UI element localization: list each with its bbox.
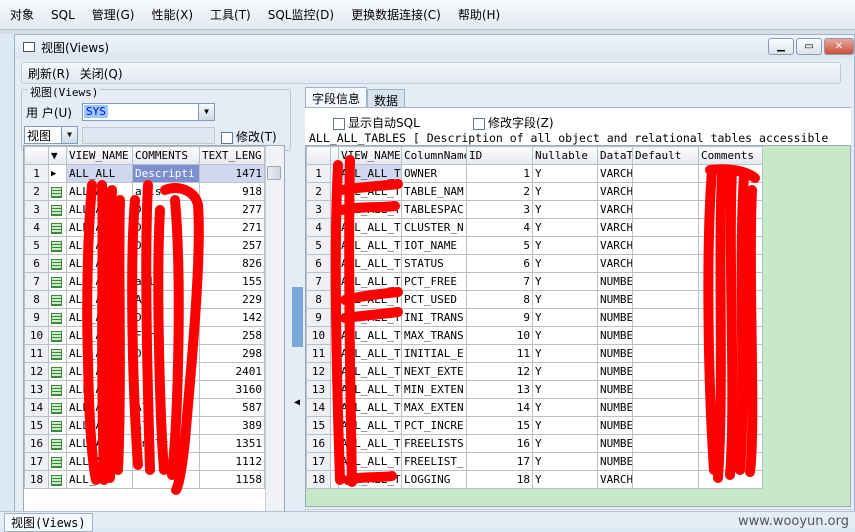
status-tab-views[interactable]: 视图(Views) xyxy=(4,513,93,532)
redaction-mark xyxy=(703,164,760,483)
redaction-scribbles xyxy=(82,155,760,495)
redaction-mark xyxy=(82,180,125,485)
status-bar: 视图(Views) www.wooyun.org xyxy=(0,511,855,532)
watermark: www.wooyun.org xyxy=(737,514,849,529)
redaction-mark xyxy=(127,180,204,495)
redaction-mark xyxy=(330,155,403,487)
